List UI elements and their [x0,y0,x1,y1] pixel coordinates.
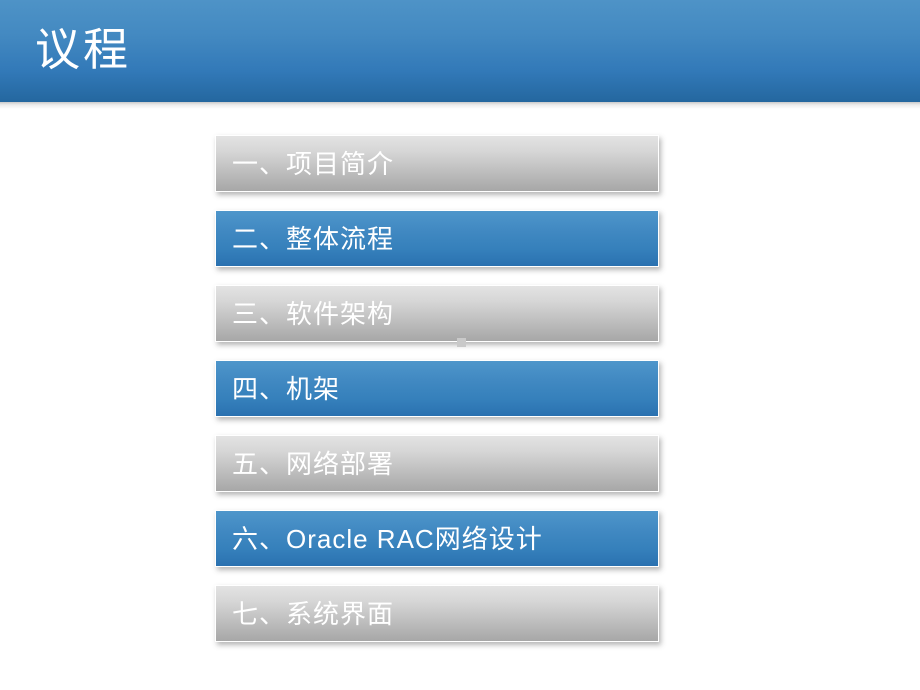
agenda-item-2[interactable]: 二、整体流程 [215,210,659,267]
presentation-slide: 议程 一、项目简介 二、整体流程 三、软件架构 四、机架 五、网络部署 六、Or… [0,0,920,690]
agenda-item-label: 六、Oracle RAC网络设计 [232,523,543,554]
agenda-item-label: 五、网络部署 [232,448,395,479]
agenda-item-6[interactable]: 六、Oracle RAC网络设计 [215,510,659,567]
agenda-item-label: 三、软件架构 [232,298,395,329]
agenda-item-1[interactable]: 一、项目简介 [215,135,659,192]
agenda-item-label: 七、系统界面 [232,598,395,629]
shape-connector-notch [457,338,466,347]
agenda-item-4[interactable]: 四、机架 [215,360,659,417]
agenda-item-label: 四、机架 [232,373,341,404]
agenda-item-label: 一、项目简介 [232,148,395,179]
header-shadow-divider [0,102,920,109]
page-title: 议程 [35,24,132,75]
agenda-item-7[interactable]: 七、系统界面 [215,585,659,642]
agenda-item-3[interactable]: 三、软件架构 [215,285,659,342]
agenda-item-label: 二、整体流程 [232,223,395,254]
agenda-list: 一、项目简介 二、整体流程 三、软件架构 四、机架 五、网络部署 六、Oracl… [215,135,659,642]
agenda-item-5[interactable]: 五、网络部署 [215,435,659,492]
slide-header-banner [0,0,920,102]
